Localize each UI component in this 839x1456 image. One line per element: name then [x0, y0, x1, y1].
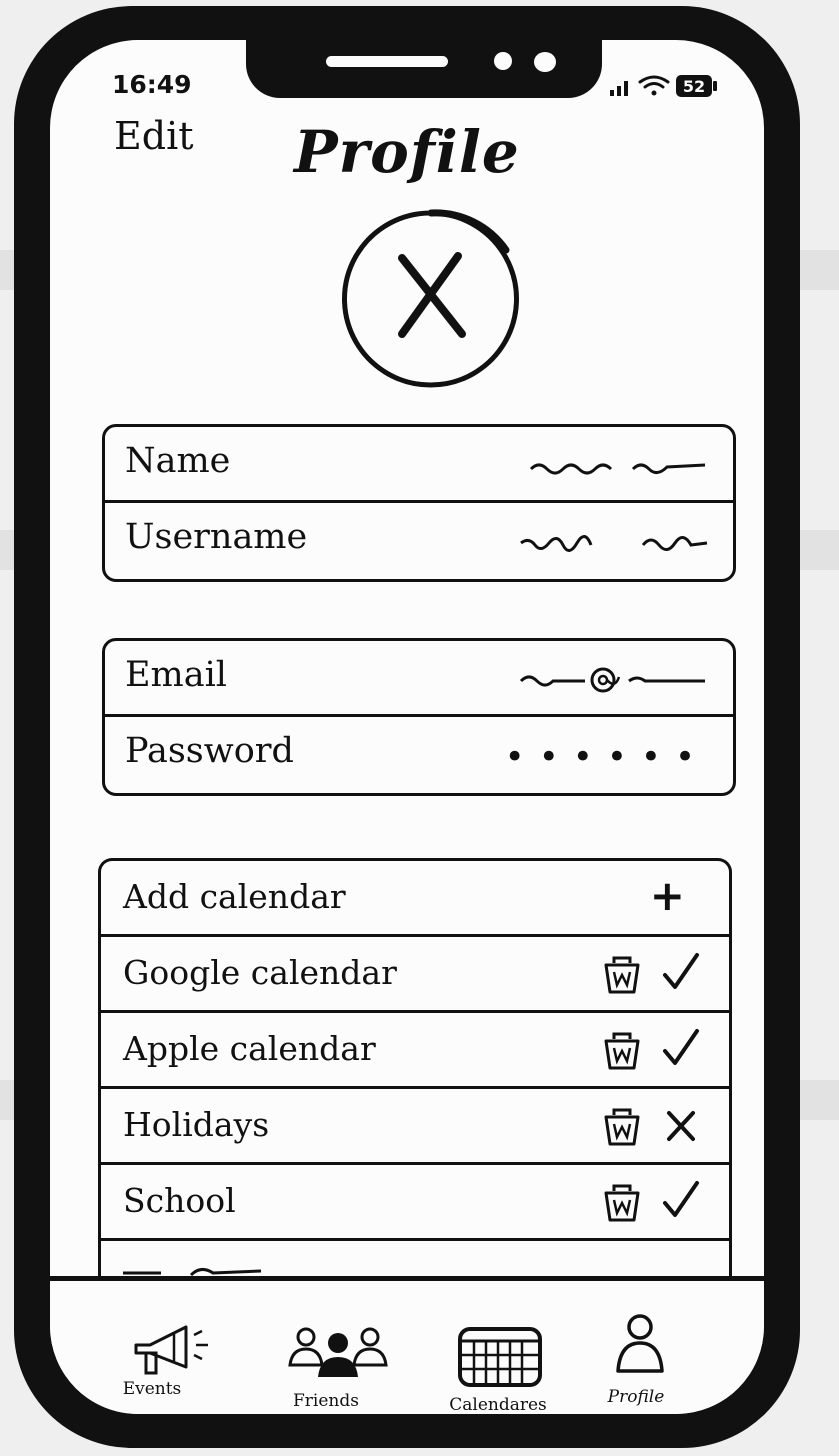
tab-label: Events [122, 1379, 182, 1399]
camera-dot [534, 52, 556, 72]
tab-profile[interactable]: Profile [580, 1314, 720, 1414]
calendar-icon [458, 1327, 542, 1387]
name-row[interactable]: Name [105, 427, 733, 503]
battery-level: 52 [683, 77, 705, 96]
list-item-placeholder [101, 1241, 729, 1278]
calendar-row-apple[interactable]: Apple calendar [101, 1013, 729, 1089]
tab-bar: Events Friends Calendares Profile [50, 1276, 764, 1414]
username-row[interactable]: Username [105, 503, 733, 579]
tab-events[interactable]: Events [94, 1317, 234, 1414]
email-label: Email [125, 655, 227, 695]
megaphone-icon [134, 1325, 208, 1375]
status-icons: 52 [610, 75, 717, 97]
check-icon[interactable] [661, 1027, 701, 1071]
signal-icon [610, 81, 628, 96]
calendar-name: Apple calendar [123, 1029, 376, 1068]
trash-icon[interactable] [603, 955, 641, 995]
calendar-name: School [123, 1181, 236, 1220]
person-icon [616, 1314, 664, 1373]
tab-friends[interactable]: Friends [268, 1317, 408, 1414]
calendar-row-holidays[interactable]: Holidays [101, 1089, 729, 1165]
check-icon[interactable] [661, 951, 701, 995]
tab-label: Profile [607, 1387, 665, 1407]
account-info-group: Name Username [102, 424, 736, 582]
x-icon[interactable] [661, 1103, 701, 1147]
calendars-list: Add calendar + Google calendar Apple cal… [98, 858, 732, 1278]
credentials-group: Email Password •••••• [102, 638, 736, 796]
edit-button[interactable]: Edit [114, 114, 194, 158]
phone-frame: 16:49 52 Edit Profile Name Username Emai… [14, 6, 800, 1448]
add-calendar-row[interactable]: Add calendar + [101, 861, 729, 937]
avatar[interactable] [330, 208, 532, 390]
check-icon[interactable] [661, 1179, 701, 1223]
app-screen: 16:49 52 Edit Profile Name Username Emai… [50, 40, 764, 1414]
tab-label: Friends [293, 1391, 359, 1411]
calendar-name: Google calendar [123, 953, 397, 992]
battery-icon: 52 [676, 75, 717, 97]
name-value [529, 449, 709, 483]
username-label: Username [125, 517, 308, 557]
email-row[interactable]: Email [105, 641, 733, 717]
camera-dot [494, 52, 512, 70]
password-value: •••••• [504, 737, 709, 777]
password-label: Password [125, 731, 294, 771]
tab-label: Calendares [449, 1395, 547, 1414]
name-label: Name [125, 441, 231, 481]
close-icon [398, 252, 466, 338]
tab-calendars[interactable]: Calendares [436, 1317, 576, 1414]
status-time: 16:49 [112, 70, 192, 99]
wifi-icon [638, 75, 670, 96]
trash-icon[interactable] [603, 1107, 641, 1147]
calendar-row-google[interactable]: Google calendar [101, 937, 729, 1013]
add-icon[interactable]: + [650, 871, 685, 920]
calendar-name: Holidays [123, 1105, 270, 1144]
notch [246, 40, 602, 98]
people-icon [288, 1327, 388, 1377]
speaker [326, 56, 448, 67]
password-row[interactable]: Password •••••• [105, 717, 733, 793]
add-calendar-label: Add calendar [123, 877, 346, 916]
username-value [519, 525, 709, 559]
trash-icon[interactable] [603, 1183, 641, 1223]
page-title: Profile [294, 118, 520, 186]
trash-icon[interactable] [603, 1031, 641, 1071]
calendar-row-school[interactable]: School [101, 1165, 729, 1241]
email-value [519, 663, 709, 697]
